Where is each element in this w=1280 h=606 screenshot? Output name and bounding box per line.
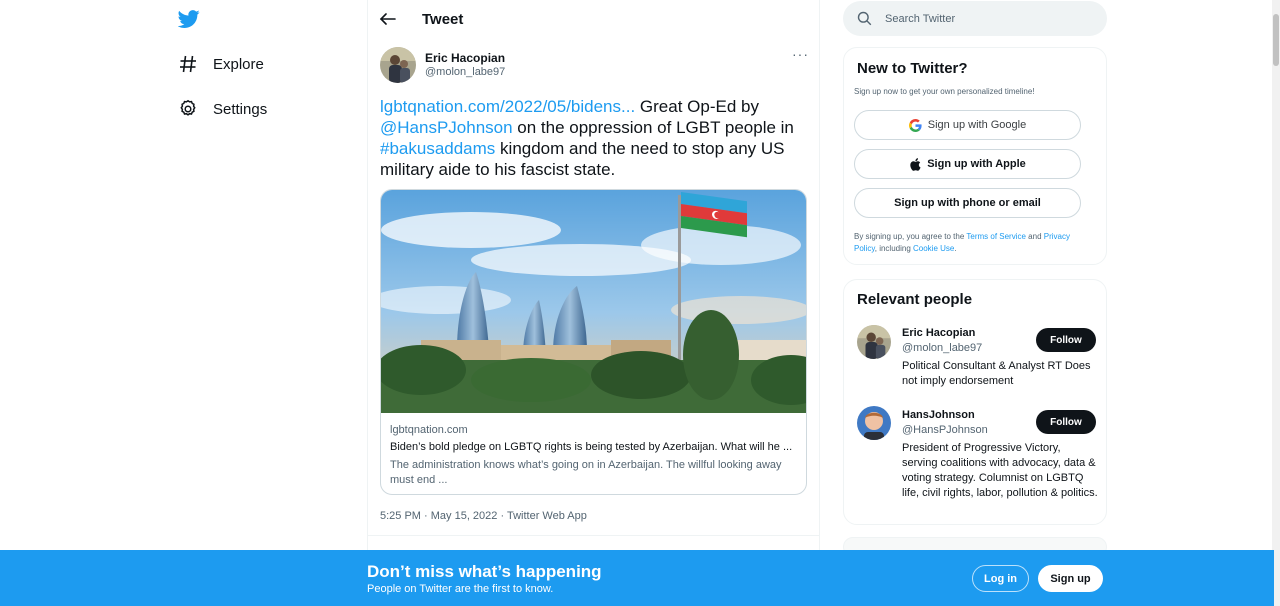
cookie-use-link[interactable]: Cookie Use (913, 244, 954, 253)
button-label: Sign up with Apple (927, 158, 1026, 170)
terms-text: and (1025, 232, 1044, 241)
nav-item-settings[interactable]: Settings (178, 94, 267, 124)
hashtag-link[interactable]: #bakusaddams (380, 139, 495, 158)
sign-up-button[interactable]: Sign up (1038, 565, 1103, 592)
terms-of-service-link[interactable]: Terms of Service (966, 232, 1026, 241)
author-name[interactable]: Eric Hacopian (425, 51, 505, 65)
tweet-text-part: on the oppression of LGBT people in (512, 118, 794, 137)
twitter-bird-icon[interactable] (177, 8, 200, 30)
author-handle[interactable]: @molon_labe97 (425, 66, 505, 78)
sign-up-google-button[interactable]: Sign up with Google (854, 110, 1081, 140)
divider (368, 535, 819, 536)
terms-notice: By signing up, you agree to the Terms of… (854, 231, 1084, 255)
nav-item-label: Settings (213, 100, 268, 118)
new-to-twitter-panel: New to Twitter? Sign up now to get your … (843, 47, 1107, 265)
log-in-button[interactable]: Log in (972, 565, 1029, 592)
signup-banner: Don’t miss what’s happening People on Tw… (0, 550, 1274, 606)
tweet-text: lgbtqnation.com/2022/05/bidens... Great … (380, 96, 805, 180)
arrow-left-icon[interactable] (378, 9, 398, 29)
page-title: Tweet (422, 11, 464, 28)
tweet-text-part: Great Op-Ed by (635, 97, 759, 116)
person-bio: President of Progressive Victory, servin… (902, 442, 1098, 499)
column-divider (819, 0, 820, 606)
banner-title: Don’t miss what’s happening (367, 562, 602, 581)
tweet-link[interactable]: lgbtqnation.com/2022/05/bidens... (380, 97, 635, 116)
search-icon (857, 11, 872, 26)
person-name[interactable]: Eric Hacopian (902, 327, 975, 339)
person-handle[interactable]: @HansPJohnson (902, 424, 988, 436)
scrollbar-thumb[interactable] (1273, 14, 1279, 66)
mention-link[interactable]: @HansPJohnson (380, 118, 513, 137)
card-title: Biden’s bold pledge on LGBTQ rights is b… (390, 441, 793, 453)
sign-up-phone-email-button[interactable]: Sign up with phone or email (854, 188, 1081, 218)
button-label: Sign up with Google (927, 119, 1027, 131)
follow-button[interactable]: Follow (1036, 410, 1096, 434)
card-image (381, 190, 806, 413)
gear-icon (178, 99, 198, 119)
button-label: Sign up with phone or email (894, 197, 1041, 209)
sign-up-apple-button[interactable]: Sign up with Apple (854, 149, 1081, 179)
person-name[interactable]: HansJohnson (902, 409, 975, 421)
terms-text: , including (874, 244, 913, 253)
avatar[interactable] (857, 325, 891, 359)
tweet-column: Tweet Eric Hacopian @molon_labe97 ··· lg… (368, 0, 819, 606)
left-nav: Explore Settings (166, 0, 366, 606)
banner-subtitle: People on Twitter are the first to know. (367, 583, 554, 595)
google-icon (908, 118, 922, 132)
tweet-timestamp[interactable]: 5:25 PM · May 15, 2022 · Twitter Web App (380, 510, 587, 522)
relevant-people-panel: Relevant people Eric Hacopian @molon_lab… (843, 279, 1107, 525)
hashtag-icon (178, 54, 198, 74)
follow-button[interactable]: Follow (1036, 328, 1096, 352)
nav-item-label: Explore (213, 55, 264, 73)
panel-title: New to Twitter? (857, 60, 968, 77)
search-input[interactable] (885, 9, 1095, 29)
link-card[interactable]: lgbtqnation.com Biden’s bold pledge on L… (380, 189, 807, 495)
avatar[interactable] (857, 406, 891, 440)
person-bio: Political Consultant & Analyst RT Does n… (902, 360, 1091, 387)
more-icon[interactable]: ··· (792, 46, 809, 62)
terms-text: . (954, 244, 957, 253)
panel-subtitle: Sign up now to get your own personalized… (854, 87, 1035, 96)
avatar[interactable] (380, 47, 416, 83)
card-domain: lgbtqnation.com (390, 424, 468, 436)
card-description: The administration knows what’s going on… (390, 459, 782, 486)
panel-title: Relevant people (857, 291, 973, 308)
apple-icon (909, 157, 921, 171)
search-bar[interactable] (843, 1, 1107, 36)
terms-text: By signing up, you agree to the (854, 232, 967, 241)
nav-item-explore[interactable]: Explore (178, 49, 264, 79)
person-handle[interactable]: @molon_labe97 (902, 342, 982, 354)
scrollbar[interactable] (1272, 0, 1280, 606)
